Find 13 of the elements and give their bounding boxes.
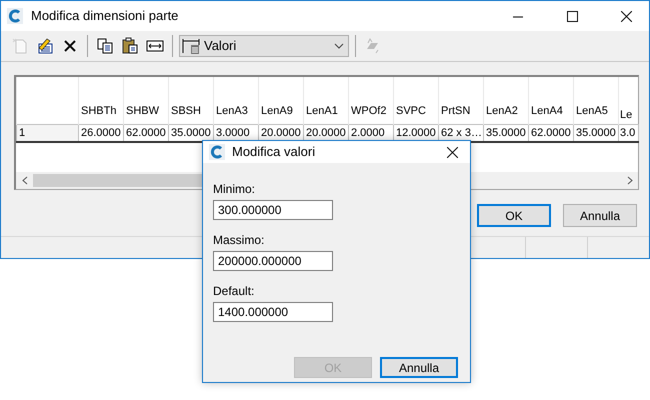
window-title: Modifica dimensioni parte [31, 7, 180, 26]
field-label: Default: [213, 283, 256, 300]
table-cell: 62.0000 [124, 124, 168, 142]
table-cell: 35.0000 [484, 124, 528, 142]
field-label: Minimo: [213, 181, 256, 198]
table-cell: 62.0000 [528, 124, 574, 142]
dialog-title: Modifica valori [232, 143, 316, 162]
table-cell: 35.0000 [574, 124, 618, 142]
table-cell: 35.0000 [168, 124, 214, 142]
table-cell: 26.0000 [78, 124, 124, 142]
field-label: Massimo: [213, 232, 266, 249]
table-cell: 3.0 [618, 124, 638, 142]
table-cell: 62 x 3… [438, 124, 484, 142]
